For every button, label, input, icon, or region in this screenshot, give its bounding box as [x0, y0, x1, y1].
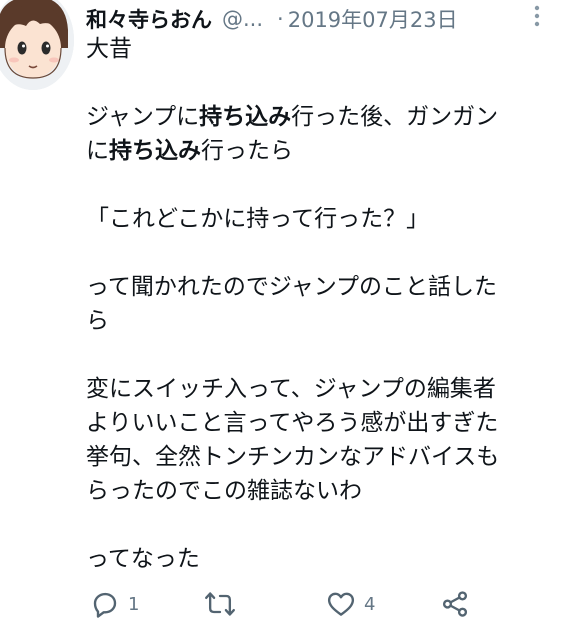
reply-icon	[93, 592, 117, 618]
reply-count: 1	[128, 593, 140, 615]
tweet-text-line: 大昔	[86, 36, 132, 62]
tweet-text-line: ジャンプに持ち込み行った後、ガンガン	[86, 104, 499, 130]
tweet-text-line: って聞かれたのでジャンプのこと話した	[86, 274, 498, 300]
bold-text: 持ち込み	[199, 104, 292, 130]
tweet-text-line: 「これどこかに持って行った？」	[86, 206, 430, 232]
like-button[interactable]: 4	[326, 584, 375, 624]
tweet-actions: 1 4	[86, 584, 556, 624]
avatar[interactable]	[0, 0, 74, 90]
retweet-icon	[205, 592, 235, 616]
tweet-text-line: よりいいこと言ってやろう感が出すぎた	[86, 410, 499, 436]
avatar-illustration-icon	[0, 0, 74, 90]
tweet-body: 大昔 ジャンプに持ち込み行った後、ガンガン に持ち込み行ったら 「これどこかに持…	[86, 32, 556, 576]
share-icon	[442, 591, 468, 617]
tweet-text-line: らったのでこの雑誌ないわ	[86, 478, 362, 504]
display-name[interactable]: 和々寺らおん	[86, 4, 212, 34]
tweet-text-line: ら	[86, 308, 109, 334]
like-count: 4	[364, 593, 376, 615]
tweet-text-line: に持ち込み行ったら	[86, 138, 293, 164]
separator-dot: ·	[277, 7, 284, 31]
tweet-card: 和々寺らおん @... · 2019年07月23日 大昔 ジャンプに持ち込み行っ…	[0, 0, 562, 640]
tweet-date[interactable]: 2019年07月23日	[288, 4, 458, 34]
tweet-text-line: 挙句、全然トンチンカンなアドバイスも	[86, 444, 500, 470]
more-options-button[interactable]	[528, 2, 546, 32]
retweet-button[interactable]	[204, 584, 244, 624]
heart-icon	[327, 592, 355, 616]
reply-button[interactable]: 1	[90, 584, 139, 624]
tweet-header: 和々寺らおん @... · 2019年07月23日	[86, 2, 556, 36]
tweet-text-line: 変にスイッチ入って、ジャンプの編集者	[86, 376, 496, 402]
more-vertical-icon	[534, 5, 540, 27]
tweet-text-line: ってなった	[86, 546, 200, 572]
bold-text: 持ち込み	[109, 138, 201, 164]
share-button[interactable]	[440, 584, 470, 624]
user-handle[interactable]: @...	[222, 7, 263, 31]
